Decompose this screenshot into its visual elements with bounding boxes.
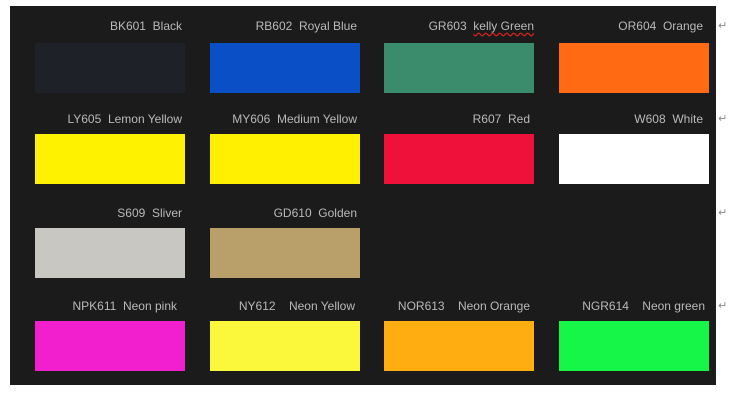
label-ny612: NY612 Neon Yellow xyxy=(238,299,355,313)
label-ngr614: NGR614 Neon green xyxy=(582,299,705,313)
swatch-npk611 xyxy=(35,321,185,371)
swatch-rb602 xyxy=(210,43,360,93)
label-gd610: GD610 Golden xyxy=(273,206,357,220)
swatch-gd610 xyxy=(210,228,360,278)
swatch-ly605 xyxy=(35,134,185,184)
swatch-gr603 xyxy=(384,43,534,93)
swatch-or604 xyxy=(559,43,709,93)
label-bk601: BK601 Black xyxy=(109,19,182,33)
swatch-w608 xyxy=(559,134,709,184)
label-w608: W608 White xyxy=(634,112,703,126)
paragraph-mark-icon: ↵ xyxy=(718,112,728,125)
paragraph-mark-icon: ↵ xyxy=(718,206,728,219)
paragraph-mark-icon: ↵ xyxy=(718,299,728,312)
swatch-bk601 xyxy=(35,43,185,93)
label-gr603: GR603 kelly Green xyxy=(428,19,534,33)
label-ly605: LY605 Lemon Yellow xyxy=(67,112,182,126)
paragraph-mark-icon: ↵ xyxy=(718,19,728,32)
swatch-my606 xyxy=(210,134,360,184)
label-my606: MY606 Medium Yellow xyxy=(232,112,357,126)
swatch-s609 xyxy=(35,228,185,278)
label-r607: R607 Red xyxy=(472,112,530,126)
swatch-r607 xyxy=(384,134,534,184)
label-s609: S609 Sliver xyxy=(117,206,182,220)
color-chart-panel: BK601 Black RB602 Royal Blue GR603 kelly… xyxy=(10,6,716,385)
label-rb602: RB602 Royal Blue xyxy=(255,19,357,33)
swatch-ngr614 xyxy=(559,321,709,371)
label-or604: OR604 Orange xyxy=(618,19,703,33)
label-npk611: NPK611 Neon pink xyxy=(72,299,177,313)
label-nor613: NOR613 Neon Orange xyxy=(397,299,530,313)
swatch-ny612 xyxy=(210,321,360,371)
swatch-nor613 xyxy=(384,321,534,371)
